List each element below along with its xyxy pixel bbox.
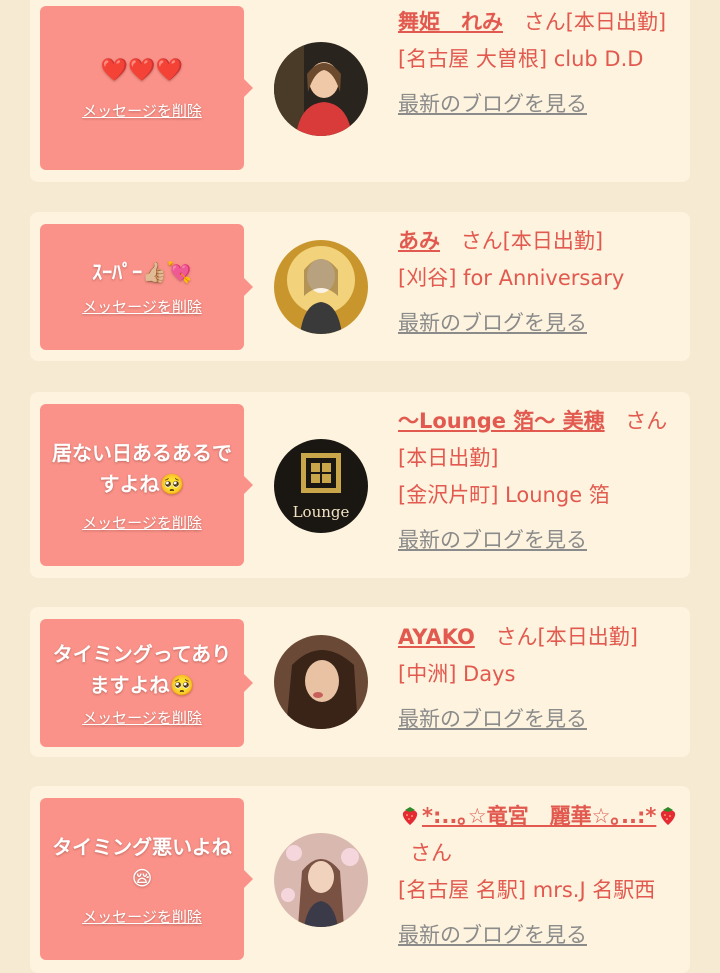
list-item: ｽｰﾊﾟｰ👍🏼💘 メッセージを削除 あみ さん[本日出勤] [刈谷] for A… bbox=[30, 212, 690, 361]
shop-info: [名古屋 名駅] mrs.J 名駅西 bbox=[398, 878, 656, 902]
blog-link[interactable]: 最新のブログを見る bbox=[398, 305, 587, 342]
cast-status: さん[本日出勤] bbox=[523, 10, 667, 34]
message-bubble: ❤️❤️❤️ メッセージを削除 bbox=[40, 6, 253, 170]
avatar[interactable] bbox=[274, 635, 368, 729]
delete-message-link[interactable]: メッセージを削除 bbox=[82, 906, 202, 927]
blog-link[interactable]: 最新のブログを見る bbox=[398, 917, 587, 954]
strawberry-icon bbox=[659, 801, 677, 825]
message-text: 居ない日あるあるですよね🥺 bbox=[52, 440, 232, 496]
avatar[interactable]: Lounge bbox=[274, 439, 368, 533]
message-bubble: タイミングってありますよね🥺 メッセージを削除 bbox=[40, 619, 253, 747]
list-item: ❤️❤️❤️ メッセージを削除 舞姫 れみ さん[本日出勤] [名古屋 大曽根]… bbox=[30, 0, 690, 182]
message-bubble: 居ない日あるあるですよね🥺 メッセージを削除 bbox=[40, 404, 253, 566]
avatar[interactable] bbox=[274, 833, 368, 927]
list-item: タイミング悪いよね😪 メッセージを削除 *:..｡☆竜宮 麗華☆｡..:* さん… bbox=[30, 786, 690, 973]
cast-name-link[interactable]: *:..｡☆竜宮 麗華☆｡..:* bbox=[422, 804, 656, 828]
message-text: タイミング悪いよね😪 bbox=[52, 834, 232, 890]
delete-message-link[interactable]: メッセージを削除 bbox=[82, 707, 202, 728]
cast-info: AYAKO さん[本日出勤] [中洲] Days 最新のブログを見る bbox=[398, 619, 683, 738]
message-text: ｽｰﾊﾟｰ👍🏼💘 bbox=[92, 260, 192, 284]
message-bubble: ｽｰﾊﾟｰ👍🏼💘 メッセージを削除 bbox=[40, 224, 253, 350]
shop-info: [中洲] Days bbox=[398, 662, 516, 686]
cast-info: *:..｡☆竜宮 麗華☆｡..:* さん [名古屋 名駅] mrs.J 名駅西 … bbox=[398, 798, 683, 954]
cast-name-link[interactable]: 舞姫 れみ bbox=[398, 10, 503, 34]
blog-link[interactable]: 最新のブログを見る bbox=[398, 701, 587, 738]
shop-info: [刈谷] for Anniversary bbox=[398, 266, 625, 290]
cast-name-link[interactable]: AYAKO bbox=[398, 625, 475, 649]
cast-info: 舞姫 れみ さん[本日出勤] [名古屋 大曽根] club D.D 最新のブログ… bbox=[398, 4, 683, 123]
message-text: タイミングってありますよね🥺 bbox=[52, 641, 232, 697]
message-list: ❤️❤️❤️ メッセージを削除 舞姫 れみ さん[本日出勤] [名古屋 大曽根]… bbox=[0, 0, 720, 973]
avatar-logo-text: Lounge bbox=[293, 503, 350, 521]
cast-info: あみ さん[本日出勤] [刈谷] for Anniversary 最新のブログを… bbox=[398, 223, 683, 342]
message-text: ❤️❤️❤️ bbox=[100, 58, 184, 83]
message-bubble: タイミング悪いよね😪 メッセージを削除 bbox=[40, 798, 253, 960]
cast-info: 〜Lounge 箔〜 美穂 さん[本日出勤] [金沢片町] Lounge 箔 最… bbox=[398, 403, 683, 559]
blog-link[interactable]: 最新のブログを見る bbox=[398, 86, 587, 123]
avatar[interactable] bbox=[274, 240, 368, 334]
shop-info: [名古屋 大曽根] club D.D bbox=[398, 47, 644, 71]
list-item: 居ない日あるあるですよね🥺 メッセージを削除 Lounge 〜Lounge 箔〜… bbox=[30, 392, 690, 578]
cast-name-link[interactable]: あみ bbox=[398, 229, 440, 253]
cast-name-link[interactable]: 〜Lounge 箔〜 美穂 bbox=[398, 409, 605, 433]
delete-message-link[interactable]: メッセージを削除 bbox=[82, 296, 202, 317]
cast-status: さん[本日出勤] bbox=[460, 229, 604, 253]
strawberry-icon bbox=[401, 801, 419, 825]
avatar[interactable] bbox=[274, 42, 368, 136]
list-item: タイミングってありますよね🥺 メッセージを削除 AYAKO さん[本日出勤] [… bbox=[30, 607, 690, 757]
delete-message-link[interactable]: メッセージを削除 bbox=[82, 100, 202, 121]
cast-status: さん bbox=[410, 841, 452, 865]
blog-link[interactable]: 最新のブログを見る bbox=[398, 522, 587, 559]
delete-message-link[interactable]: メッセージを削除 bbox=[82, 512, 202, 533]
cast-status: さん[本日出勤] bbox=[495, 625, 638, 649]
shop-info: [金沢片町] Lounge 箔 bbox=[398, 483, 610, 507]
